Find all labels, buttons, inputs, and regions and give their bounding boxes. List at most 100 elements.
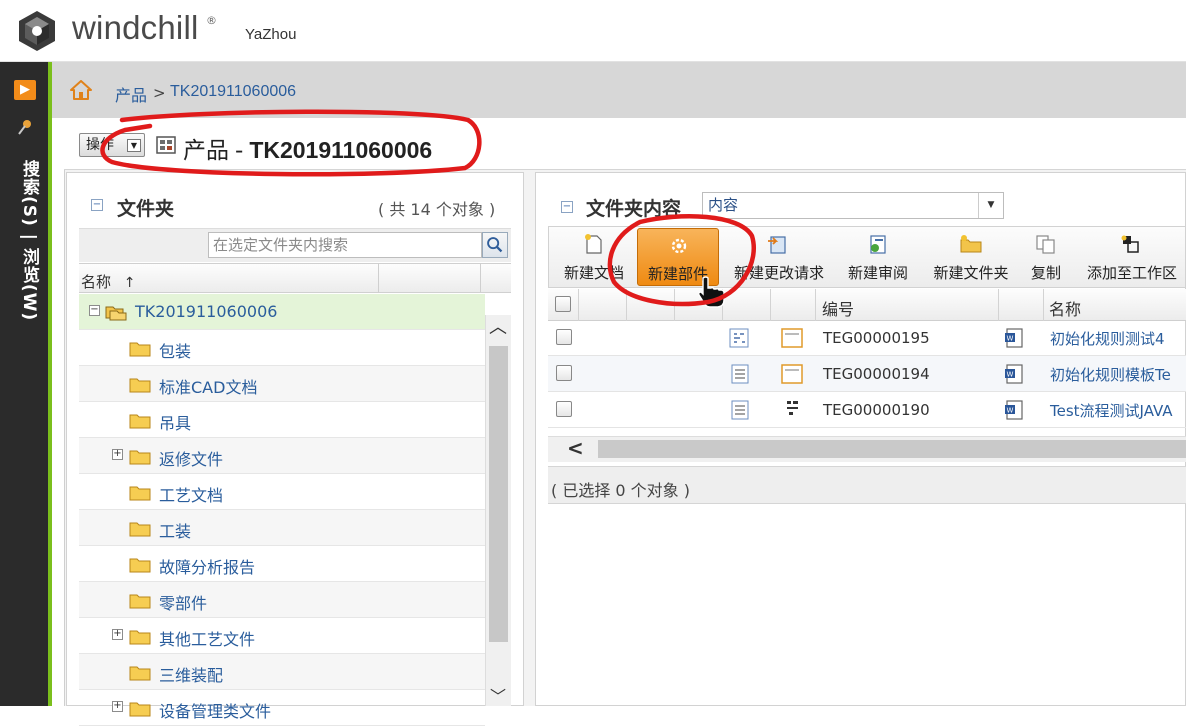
expand-icon[interactable]: + bbox=[112, 629, 123, 640]
folder-label[interactable]: 包装 bbox=[159, 338, 191, 362]
new-change-request-button[interactable]: 新建更改请求 bbox=[727, 228, 831, 286]
scroll-left-icon[interactable]: < bbox=[567, 437, 589, 461]
tree-root-item[interactable]: − TK201911060006 bbox=[79, 294, 485, 330]
column-divider bbox=[1043, 289, 1044, 321]
new-document-button[interactable]: 新建文档 bbox=[558, 228, 630, 286]
new-folder-label: 新建文件夹 bbox=[933, 264, 1009, 282]
actions-menu-button[interactable]: 操作 ▼ bbox=[79, 133, 145, 157]
name-column-header[interactable]: 名称 bbox=[1049, 296, 1081, 320]
folder-label[interactable]: TK201911060006 bbox=[135, 302, 277, 321]
scroll-down-icon[interactable]: ﹀ bbox=[488, 689, 508, 706]
pin-icon[interactable] bbox=[17, 118, 33, 136]
scrollbar-thumb[interactable] bbox=[598, 440, 1186, 458]
row-checkbox[interactable] bbox=[556, 401, 572, 417]
name-column-header[interactable]: 名称 ↑ bbox=[81, 271, 136, 292]
chevron-down-icon: ▼ bbox=[978, 193, 1003, 218]
new-review-button[interactable]: 新建审阅 bbox=[842, 228, 914, 286]
row-checkbox[interactable] bbox=[556, 329, 572, 345]
table-row[interactable]: TEG00000195 W 初始化规则测试4 bbox=[548, 320, 1186, 356]
folder-search-input[interactable] bbox=[208, 232, 482, 258]
folder-label[interactable]: 标准CAD文档 bbox=[159, 374, 257, 398]
svg-text:W: W bbox=[1007, 335, 1014, 343]
chevron-down-icon: ▼ bbox=[127, 139, 141, 152]
select-all-checkbox[interactable] bbox=[555, 296, 571, 312]
document-type-icon bbox=[781, 364, 803, 384]
folder-tree-item[interactable]: 零部件 bbox=[79, 582, 485, 618]
breadcrumb-current-product-link[interactable]: TK201911060006 bbox=[170, 83, 296, 101]
folder-tree: − TK201911060006 包装标准CAD文档 吊具 + 返修文件工艺文档工装故障分… bbox=[79, 294, 485, 726]
new-document-icon bbox=[585, 234, 602, 254]
folder-label[interactable]: 设备管理类文件 bbox=[159, 698, 271, 722]
add-to-workspace-button[interactable]: 添加至工作区 bbox=[1078, 228, 1186, 286]
folder-tree-item[interactable]: 包装 bbox=[79, 330, 485, 366]
navigator-toggle-icon[interactable]: ▶ bbox=[14, 80, 36, 100]
row-name-link[interactable]: 初始化规则测试4 bbox=[1050, 328, 1165, 349]
folder-tree-item[interactable]: + 其他工艺文件 bbox=[79, 618, 485, 654]
collapse-icon[interactable]: − bbox=[89, 305, 100, 316]
search-icon[interactable] bbox=[482, 232, 508, 258]
row-checkbox[interactable] bbox=[556, 365, 572, 381]
table-row[interactable]: TEG00000190 W Test流程测试JAVA bbox=[548, 392, 1186, 428]
row-name-link[interactable]: Test流程测试JAVA bbox=[1050, 400, 1173, 421]
folder-icon bbox=[129, 630, 151, 645]
new-change-request-icon bbox=[768, 236, 786, 254]
folder-label[interactable]: 零部件 bbox=[159, 590, 207, 614]
folder-tree-item[interactable]: 吊具 bbox=[79, 402, 485, 438]
folder-icon bbox=[129, 342, 151, 357]
copy-icon bbox=[1036, 235, 1055, 254]
info-page-icon[interactable] bbox=[730, 364, 750, 384]
new-review-icon bbox=[870, 235, 886, 254]
word-document-icon[interactable]: W bbox=[1003, 399, 1025, 421]
folder-tree-item[interactable]: 工装 bbox=[79, 510, 485, 546]
folder-label[interactable]: 工装 bbox=[159, 518, 191, 542]
svg-text:W: W bbox=[1007, 371, 1014, 379]
column-divider bbox=[378, 263, 379, 293]
copy-button[interactable]: 复制 bbox=[1026, 228, 1066, 286]
folder-tree-item[interactable]: 工艺文档 bbox=[79, 474, 485, 510]
column-divider bbox=[626, 289, 627, 321]
breadcrumb-products-link[interactable]: 产品 bbox=[115, 82, 147, 106]
expand-icon[interactable]: + bbox=[112, 701, 123, 712]
number-column-header[interactable]: 编号 bbox=[822, 296, 854, 320]
row-number: TEG00000195 bbox=[823, 329, 930, 347]
folder-label[interactable]: 返修文件 bbox=[159, 446, 223, 470]
folder-label[interactable]: 三维装配 bbox=[159, 662, 223, 686]
folder-label[interactable]: 工艺文档 bbox=[159, 482, 223, 506]
expand-icon[interactable]: + bbox=[112, 449, 123, 460]
new-document-label: 新建文档 bbox=[563, 264, 624, 282]
folder-label[interactable]: 其他工艺文件 bbox=[159, 626, 255, 650]
folder-tree-item[interactable]: + 设备管理类文件 bbox=[79, 690, 485, 726]
info-page-icon[interactable] bbox=[730, 400, 750, 420]
folder-icon bbox=[129, 522, 151, 537]
hand-cursor-icon bbox=[698, 276, 725, 308]
view-select-value: 内容 bbox=[708, 196, 739, 214]
folder-tree-item[interactable]: + 返修文件 bbox=[79, 438, 485, 474]
new-folder-button[interactable]: 新建文件夹 bbox=[927, 228, 1015, 286]
selected-object-count: ( 已选择 0 个对象 ) bbox=[551, 481, 691, 500]
breadcrumb-separator: > bbox=[153, 84, 166, 102]
svg-text:W: W bbox=[1007, 407, 1014, 415]
new-change-request-label: 新建更改请求 bbox=[733, 264, 824, 282]
folder-tree-item[interactable]: 三维装配 bbox=[79, 654, 485, 690]
scroll-up-icon[interactable]: ︿ bbox=[488, 318, 508, 338]
folder-label[interactable]: 吊具 bbox=[159, 410, 191, 434]
navigator-search-browse-tabs[interactable]: 搜索(S) | 浏览(W) bbox=[10, 160, 42, 380]
folder-tree-header bbox=[79, 263, 511, 293]
table-row[interactable]: TEG00000194 W 初始化规则模板Te bbox=[548, 356, 1186, 392]
user-name[interactable]: YaZhou bbox=[245, 26, 296, 43]
word-document-icon[interactable]: W bbox=[1003, 363, 1025, 385]
collapse-icon[interactable]: − bbox=[91, 199, 103, 211]
view-select[interactable]: 内容 ▼ bbox=[702, 192, 1004, 219]
row-name-link[interactable]: 初始化规则模板Te bbox=[1050, 364, 1171, 385]
collapse-icon[interactable]: − bbox=[561, 201, 573, 213]
home-icon[interactable] bbox=[70, 80, 92, 100]
folder-tree-item[interactable]: 标准CAD文档 bbox=[79, 366, 485, 402]
brand-name: windchill bbox=[72, 9, 199, 46]
scrollbar-thumb[interactable] bbox=[489, 346, 508, 642]
folder-label[interactable]: 故障分析报告 bbox=[159, 554, 255, 578]
brand-trademark: ® bbox=[206, 14, 217, 27]
new-review-label: 新建审阅 bbox=[847, 264, 908, 282]
folder-tree-item[interactable]: 故障分析报告 bbox=[79, 546, 485, 582]
info-page-icon[interactable] bbox=[729, 328, 749, 348]
word-document-icon[interactable]: W bbox=[1003, 327, 1025, 349]
